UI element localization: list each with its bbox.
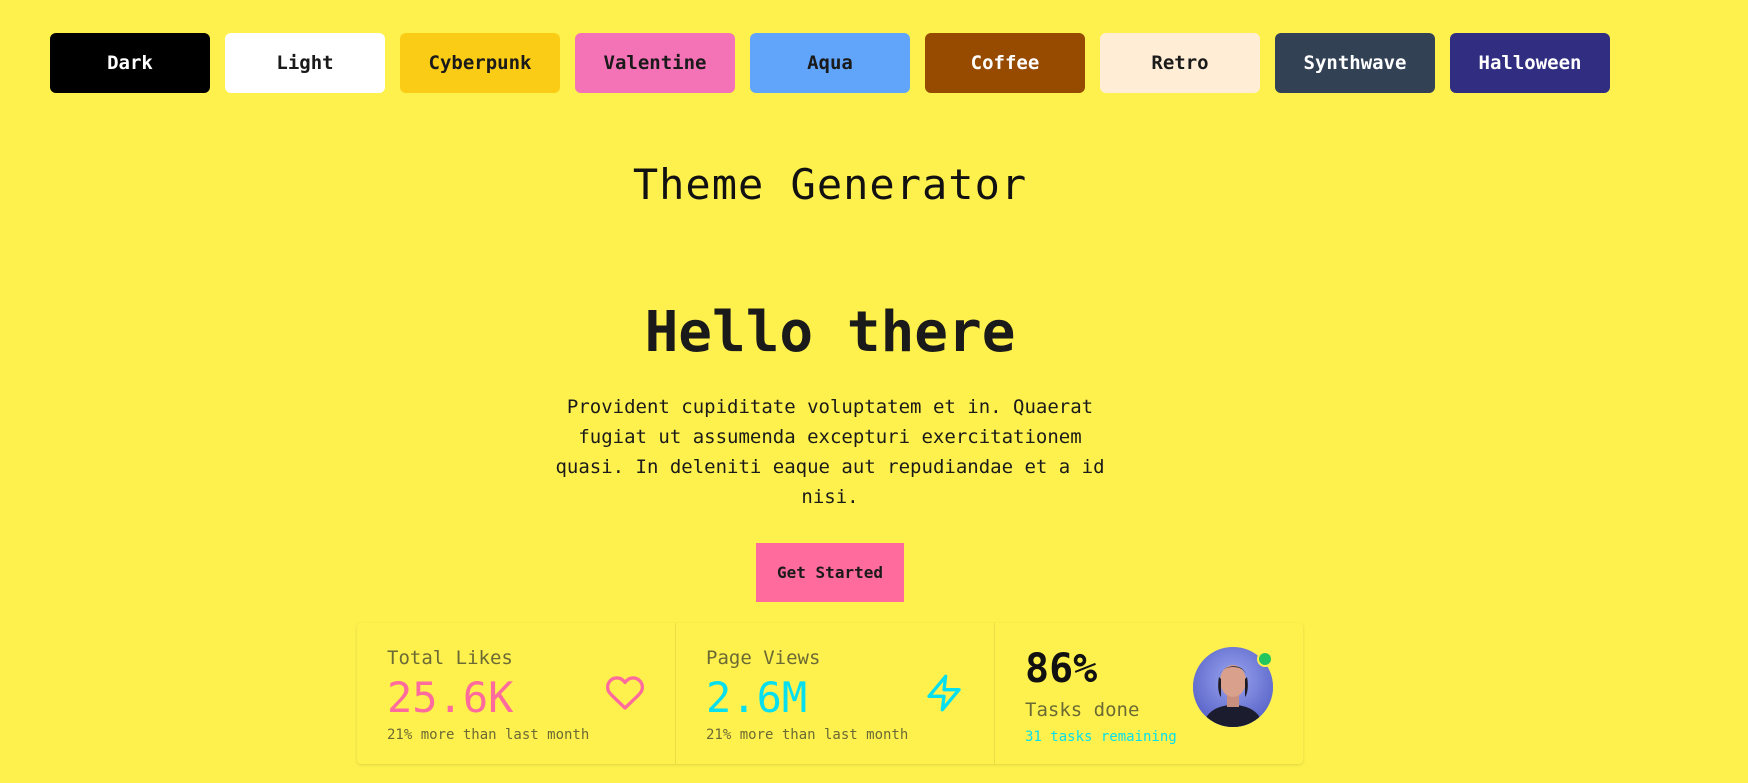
stat-title: Page Views: [706, 647, 821, 669]
get-started-button[interactable]: Get Started: [756, 543, 904, 602]
stat-tasks-done: 86% Tasks done 31 tasks remaining: [995, 623, 1303, 764]
online-status-indicator: [1257, 651, 1273, 667]
theme-button-valentine[interactable]: Valentine: [575, 33, 735, 93]
stat-total-likes: Total Likes 25.6K 21% more than last mon…: [357, 623, 676, 764]
bolt-icon: [924, 673, 964, 713]
stats-panel: Total Likes 25.6K 21% more than last mon…: [357, 623, 1303, 764]
theme-button-aqua[interactable]: Aqua: [750, 33, 910, 93]
stat-desc: 21% more than last month: [706, 727, 909, 743]
theme-button-halloween[interactable]: Halloween: [1450, 33, 1610, 93]
hero-text: Provident cupiditate voluptatem et in. Q…: [555, 396, 1105, 508]
stat-desc: 21% more than last month: [387, 727, 590, 743]
theme-button-synthwave[interactable]: Synthwave: [1275, 33, 1435, 93]
heart-icon: [605, 673, 645, 713]
theme-button-light[interactable]: Light: [225, 33, 385, 93]
theme-button-dark[interactable]: Dark: [50, 33, 210, 93]
avatar: [1193, 647, 1273, 727]
stat-desc: 31 tasks remaining: [1025, 729, 1177, 745]
theme-button-retro[interactable]: Retro: [1100, 33, 1260, 93]
theme-button-cyberpunk[interactable]: Cyberpunk: [400, 33, 560, 93]
hero-heading: Hello there: [644, 300, 1016, 365]
page-title: Theme Generator: [632, 160, 1028, 209]
stat-title: Total Likes: [387, 647, 513, 669]
theme-button-row: Dark Light Cyberpunk Valentine Aqua Coff…: [50, 33, 1610, 93]
stat-page-views: Page Views 2.6M 21% more than last month: [676, 623, 995, 764]
theme-button-coffee[interactable]: Coffee: [925, 33, 1085, 93]
